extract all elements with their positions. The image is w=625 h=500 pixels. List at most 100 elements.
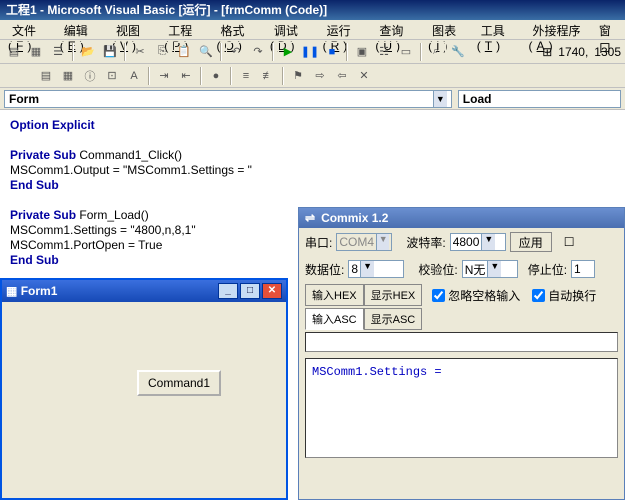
list-properties-icon[interactable]: ▤ — [36, 66, 56, 86]
baud-label: 波特率: — [406, 234, 445, 251]
start-icon[interactable]: ▶ — [278, 42, 298, 62]
commix-titlebar[interactable]: ⇌ Commix 1.2 — [299, 208, 624, 228]
separator — [282, 67, 284, 85]
additem-icon[interactable]: ▦ — [26, 42, 46, 62]
separator — [148, 67, 150, 85]
menu-chart[interactable]: 图表(I) — [424, 22, 471, 37]
undo-icon[interactable]: ↶ — [226, 42, 246, 62]
port-label: 串口: — [305, 234, 332, 251]
list-constants-icon[interactable]: ▦ — [58, 66, 78, 86]
form1-window[interactable]: ▦ Form1 _ □ ✕ Command1 — [0, 278, 288, 500]
baud-combo[interactable]: 4800 ▼ — [450, 233, 506, 251]
command1-button[interactable]: Command1 — [137, 370, 221, 396]
quick-info-icon[interactable]: ⓘ — [80, 66, 100, 86]
stopbits-combo[interactable]: 1 — [571, 260, 595, 278]
parity-value: N无 — [465, 261, 486, 278]
commix-window[interactable]: ⇌ Commix 1.2 串口: COM4 ▼ 波特率: 4800 ▼ 应用 ☐… — [298, 207, 625, 500]
port-value: COM4 — [339, 235, 374, 249]
menu-debug[interactable]: 调试(D) — [266, 22, 317, 37]
auto-wrap-checkbox[interactable]: 自动换行 — [532, 287, 596, 304]
end-icon[interactable]: ■ — [322, 42, 342, 62]
cut-icon[interactable]: ✂ — [130, 42, 150, 62]
outdent-icon[interactable]: ⇤ — [176, 66, 196, 86]
chevron-down-icon: ▼ — [360, 261, 374, 277]
menu-view[interactable]: 视图(V) — [108, 22, 158, 37]
project-explorer-icon[interactable]: ▣ — [352, 42, 372, 62]
code-line: End Sub — [10, 253, 59, 267]
find-icon[interactable]: 🔍 — [196, 42, 216, 62]
chevron-down-icon: ▼ — [433, 91, 447, 107]
close-button[interactable]: ✕ — [262, 283, 282, 299]
code-nav-row: Form ▼ Load — [0, 88, 625, 110]
clear-bookmarks-icon[interactable]: ✕ — [354, 66, 374, 86]
terminal-output[interactable]: MSComm1.Settings = — [305, 358, 618, 458]
save-icon[interactable]: 💾 — [100, 42, 120, 62]
menu-project[interactable]: 工程(P) — [160, 22, 210, 37]
menu-edit[interactable]: 编辑(E) — [56, 22, 106, 37]
copy-icon[interactable]: ⎘ — [152, 42, 172, 62]
code-line: Private Sub — [10, 148, 76, 162]
port-combo[interactable]: COM4 ▼ — [336, 233, 392, 251]
serial-icon: ⇌ — [305, 211, 315, 225]
tab-input-hex[interactable]: 输入HEX — [305, 284, 364, 306]
paste-icon[interactable]: 📋 — [174, 42, 194, 62]
procedure-combo[interactable]: Load — [458, 90, 621, 108]
menu-window[interactable]: 窗口 — [595, 22, 621, 37]
addproject-icon[interactable]: ▤ — [4, 42, 24, 62]
form1-titlebar[interactable]: ▦ Form1 _ □ ✕ — [2, 280, 286, 302]
tab-display-asc[interactable]: 显示ASC — [364, 308, 423, 330]
procedure-combo-value: Load — [463, 91, 492, 107]
maximize-button[interactable]: □ — [240, 283, 260, 299]
databits-combo[interactable]: 8 ▼ — [348, 260, 404, 278]
edit-toolbar: ▤ ▦ ⓘ ⊡ A ⇥ ⇤ ● ≡ ≢ ⚑ ⇨ ⇦ ✕ — [0, 64, 625, 88]
separator — [72, 43, 74, 61]
tab-input-asc[interactable]: 输入ASC — [305, 308, 364, 330]
indent-icon[interactable]: ⇥ — [154, 66, 174, 86]
menu-tools[interactable]: 工具(T) — [473, 22, 523, 37]
parity-label: 校验位: — [418, 261, 457, 278]
toolbox-icon[interactable]: 🔧 — [448, 42, 468, 62]
menu-query[interactable]: 查询(U) — [371, 22, 422, 37]
code-line: End Sub — [10, 178, 59, 192]
object-browser-icon[interactable]: ⌕ — [426, 42, 446, 62]
col-indicator: 1305 — [594, 45, 621, 59]
ruler-icon: ⊞ — [542, 45, 552, 59]
databits-label: 数据位: — [305, 261, 344, 278]
menu-file[interactable]: 文件(F) — [4, 22, 54, 37]
breakpoint-icon[interactable]: ● — [206, 66, 226, 86]
separator — [220, 43, 222, 61]
prev-bookmark-icon[interactable]: ⇦ — [332, 66, 352, 86]
menueditor-icon[interactable]: ☰ — [48, 42, 68, 62]
checkbox-partial[interactable]: ☐ — [564, 235, 575, 249]
redo-icon[interactable]: ↷ — [248, 42, 268, 62]
form-layout-icon[interactable]: ▭ — [396, 42, 416, 62]
tab-display-hex[interactable]: 显示HEX — [364, 284, 423, 306]
separator — [272, 43, 274, 61]
ignore-space-checkbox[interactable]: 忽略空格输入 — [432, 287, 520, 304]
object-combo-value: Form — [9, 91, 39, 107]
input-area[interactable] — [305, 332, 618, 352]
separator — [230, 67, 232, 85]
baud-value: 4800 — [453, 235, 480, 249]
properties-icon[interactable]: ☷ — [374, 42, 394, 62]
next-bookmark-icon[interactable]: ⇨ — [310, 66, 330, 86]
code-line: Private Sub — [10, 208, 76, 222]
object-combo[interactable]: Form ▼ — [4, 90, 452, 108]
complete-word-icon[interactable]: A — [124, 66, 144, 86]
comment-icon[interactable]: ≡ — [236, 66, 256, 86]
minimize-button[interactable]: _ — [218, 283, 238, 299]
uncomment-icon[interactable]: ≢ — [258, 66, 278, 86]
code-line: Form_Load() — [76, 208, 149, 222]
break-icon[interactable]: ❚❚ — [300, 42, 320, 62]
stopbits-value: 1 — [574, 262, 581, 276]
open-icon[interactable]: 📂 — [78, 42, 98, 62]
menu-addins[interactable]: 外接程序(A) — [525, 22, 593, 37]
separator — [200, 67, 202, 85]
menu-run[interactable]: 运行(R) — [319, 22, 370, 37]
parity-combo[interactable]: N无 ▼ — [462, 260, 518, 278]
parameter-info-icon[interactable]: ⊡ — [102, 66, 122, 86]
code-line: Command1_Click() — [76, 148, 182, 162]
menu-format[interactable]: 格式(O) — [213, 22, 264, 37]
apply-button[interactable]: 应用 — [510, 232, 552, 252]
bookmark-icon[interactable]: ⚑ — [288, 66, 308, 86]
